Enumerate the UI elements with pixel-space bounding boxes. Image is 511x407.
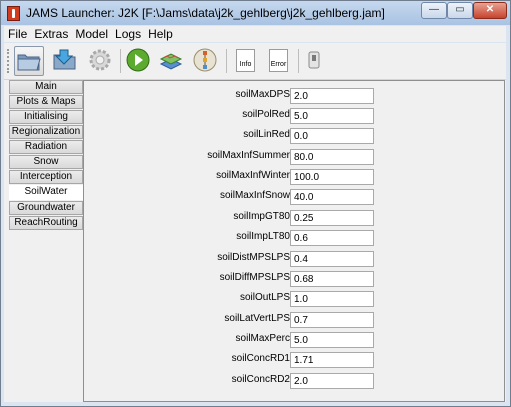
- toolbar-separator: [120, 49, 121, 73]
- param-row-soillinred: soilLinRed: [84, 128, 504, 144]
- soilimplt80-input[interactable]: [290, 230, 374, 246]
- error-log-button[interactable]: Error: [264, 46, 294, 76]
- soilmaxdps-input[interactable]: [290, 88, 374, 104]
- tab-snow[interactable]: Snow: [9, 155, 83, 169]
- param-row-soilmaxinfsnow: soilMaxInfSnow: [84, 189, 504, 205]
- param-label: soilMaxDPS: [235, 89, 290, 100]
- model-tree-icon: [193, 48, 217, 72]
- menu-file[interactable]: File: [4, 26, 30, 42]
- toolbar-separator: [226, 49, 227, 73]
- param-row-soilimplt80: soilImpLT80: [84, 230, 504, 246]
- menu-help[interactable]: Help: [144, 26, 176, 42]
- open-folder-icon: [17, 54, 41, 71]
- app-window: JAMS Launcher: J2K [F:\Jams\data\j2k_geh…: [0, 0, 511, 407]
- param-label: soilOutLPS: [239, 292, 290, 303]
- map-layers-button[interactable]: [157, 46, 187, 76]
- param-row-soillatvertlps: soilLatVertLPS: [84, 312, 504, 328]
- error-log-icon: Error: [269, 49, 288, 72]
- param-row-soilmaxperc: soilMaxPerc: [84, 332, 504, 348]
- close-button[interactable]: ✕: [473, 2, 507, 19]
- param-row-soilmaxinfwinter: soilMaxInfWinter: [84, 169, 504, 185]
- param-label: soilImpGT80: [233, 211, 290, 222]
- soildistmpslps-input[interactable]: [290, 251, 374, 267]
- param-label: soilLatVertLPS: [224, 313, 290, 324]
- soiloutlps-input[interactable]: [290, 291, 374, 307]
- soillinred-input[interactable]: [290, 128, 374, 144]
- toolbar-grip: [7, 49, 11, 73]
- param-label: soilDiffMPSLPS: [219, 272, 290, 283]
- tab-initialising[interactable]: Initialising: [9, 110, 83, 124]
- param-row-soilconcrd2: soilConcRD2: [84, 373, 504, 389]
- info-log-button[interactable]: Info: [231, 46, 261, 76]
- tab-interception[interactable]: Interception: [9, 170, 83, 184]
- menu-extras[interactable]: Extras: [30, 26, 71, 42]
- switch-icon: [308, 51, 320, 69]
- soilimpgt80-input[interactable]: [290, 210, 374, 226]
- param-row-soilconcrd1: soilConcRD1: [84, 352, 504, 368]
- soilconcrd2-input[interactable]: [290, 373, 374, 389]
- window-title: JAMS Launcher: J2K [F:\Jams\data\j2k_geh…: [26, 6, 385, 20]
- tab-soilwater[interactable]: SoilWater: [9, 185, 83, 200]
- tab-reachrouting[interactable]: ReachRouting: [9, 216, 83, 230]
- maximize-button[interactable]: ▭: [447, 2, 473, 19]
- model-tree-button[interactable]: [191, 46, 221, 76]
- save-folder-icon: [53, 49, 76, 70]
- soilwater-parameters-panel: soilMaxDPS soilPolRed soilLinRed soilMax…: [83, 80, 505, 402]
- save-button[interactable]: [51, 46, 81, 76]
- title-bar[interactable]: JAMS Launcher: J2K [F:\Jams\data\j2k_geh…: [1, 1, 510, 25]
- param-row-soildistmpslps: soilDistMPSLPS: [84, 251, 504, 267]
- menu-model[interactable]: Model: [71, 26, 111, 42]
- param-label: soilLinRed: [243, 129, 290, 140]
- open-folder-button[interactable]: [14, 46, 44, 76]
- console-button[interactable]: [300, 46, 330, 76]
- param-row-soilmaxdps: soilMaxDPS: [84, 88, 504, 104]
- param-row-soilmaxinfsummer: soilMaxInfSummer: [84, 149, 504, 165]
- map-layers-icon: [159, 53, 183, 70]
- settings-button[interactable]: [86, 46, 116, 76]
- run-model-button[interactable]: [124, 46, 154, 76]
- tab-regionalization[interactable]: Regionalization: [9, 125, 83, 139]
- param-label: soilMaxInfWinter: [216, 170, 290, 181]
- param-row-soilpolred: soilPolRed: [84, 108, 504, 124]
- param-label: soilDistMPSLPS: [217, 252, 290, 263]
- soilmaxperc-input[interactable]: [290, 332, 374, 348]
- param-label: soilImpLT80: [236, 231, 290, 242]
- soilpolred-input[interactable]: [290, 108, 374, 124]
- soildiffmpslps-input[interactable]: [290, 271, 374, 287]
- param-label: soilConcRD2: [231, 374, 290, 385]
- tab-list: Main Plots & Maps Initialising Regionali…: [9, 80, 83, 231]
- gear-icon: [89, 49, 111, 71]
- param-label: soilMaxInfSummer: [207, 150, 290, 161]
- soillatvertlps-input[interactable]: [290, 312, 374, 328]
- param-label: soilMaxInfSnow: [219, 190, 290, 201]
- jams-app-icon: [7, 6, 20, 21]
- soilmaxinfwinter-input[interactable]: [290, 169, 374, 185]
- tab-plots-maps[interactable]: Plots & Maps: [9, 95, 83, 109]
- toolbar: Info Error: [4, 43, 506, 80]
- toolbar-separator: [298, 49, 299, 73]
- tab-main[interactable]: Main: [9, 80, 83, 94]
- play-icon: [126, 48, 150, 72]
- param-label: soilMaxPerc: [235, 333, 290, 344]
- minimize-button[interactable]: —: [421, 2, 447, 19]
- param-row-soiloutlps: soilOutLPS: [84, 291, 504, 307]
- param-label: soilConcRD1: [231, 353, 290, 364]
- soilmaxinfsnow-input[interactable]: [290, 189, 374, 205]
- param-row-soildiffmpslps: soilDiffMPSLPS: [84, 271, 504, 287]
- tab-groundwater[interactable]: Groundwater: [9, 201, 83, 215]
- menu-logs[interactable]: Logs: [111, 26, 144, 42]
- main-content: Main Plots & Maps Initialising Regionali…: [4, 80, 506, 402]
- param-label: soilPolRed: [242, 109, 290, 120]
- info-log-icon: Info: [236, 49, 255, 72]
- soilconcrd1-input[interactable]: [290, 352, 374, 368]
- menu-bar: File Extras Model Logs Help: [4, 26, 506, 42]
- tab-radiation[interactable]: Radiation: [9, 140, 83, 154]
- soilmaxinfsummer-input[interactable]: [290, 149, 374, 165]
- param-row-soilimpgt80: soilImpGT80: [84, 210, 504, 226]
